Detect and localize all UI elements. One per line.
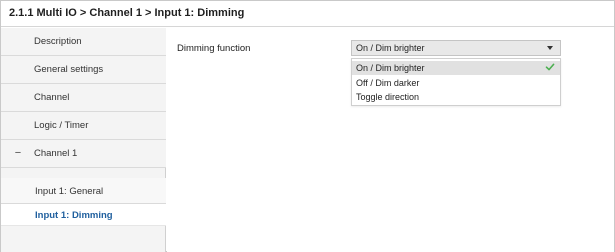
dropdown-option-on-dim-brighter[interactable]: On / Dim brighter (352, 61, 560, 75)
dimming-function-select[interactable]: On / Dim brighter (351, 40, 561, 56)
sidebar-item-label: Description (34, 36, 82, 47)
parameter-window: 2.1.1 Multi IO > Channel 1 > Input 1: Di… (0, 0, 615, 252)
sidebar-item-logic-timer[interactable]: Logic / Timer (1, 112, 166, 140)
sidebar-item-label: General settings (34, 64, 104, 75)
sidebar-item-label: Input 1: General (35, 186, 104, 197)
sidebar-item-label: Channel 1 (34, 148, 78, 159)
sidebar-item-channel-1[interactable]: − Channel 1 (1, 140, 166, 168)
dropdown-option-off-dim-darker[interactable]: Off / Dim darker (352, 76, 560, 90)
dimming-function-dropdown: On / Dim brighter Off / Dim darker Toggl… (351, 58, 561, 106)
sidebar-item-label: Logic / Timer (34, 120, 89, 131)
sidebar-item-description[interactable]: Description (1, 28, 166, 56)
option-label: Toggle direction (356, 92, 420, 102)
checkmark-icon (545, 63, 555, 71)
sidebar-item-channel[interactable]: Channel (1, 84, 166, 112)
breadcrumb: 2.1.1 Multi IO > Channel 1 > Input 1: Di… (9, 7, 245, 19)
sidebar-item-general-settings[interactable]: General settings (1, 56, 166, 84)
sidebar-item-input-1-general[interactable]: Input 1: General (1, 178, 166, 204)
select-value: On / Dim brighter (356, 43, 425, 53)
dimming-function-label: Dimming function (177, 43, 251, 54)
minus-collapse-icon[interactable]: − (14, 148, 22, 159)
header-bar: 2.1.1 Multi IO > Channel 1 > Input 1: Di… (1, 1, 614, 27)
option-label: Off / Dim darker (356, 78, 420, 88)
sidebar: Description General settings Channel Log… (1, 28, 166, 252)
sidebar-item-input-1-dimming[interactable]: Input 1: Dimming (1, 204, 166, 226)
sidebar-item-label: Input 1: Dimming (35, 210, 113, 221)
option-label: On / Dim brighter (356, 63, 425, 73)
dropdown-option-toggle-direction[interactable]: Toggle direction (352, 90, 560, 104)
chevron-down-icon (547, 46, 553, 50)
parameter-content: Dimming function On / Dim brighter On / … (167, 28, 614, 252)
sidebar-item-label: Channel (34, 92, 70, 103)
